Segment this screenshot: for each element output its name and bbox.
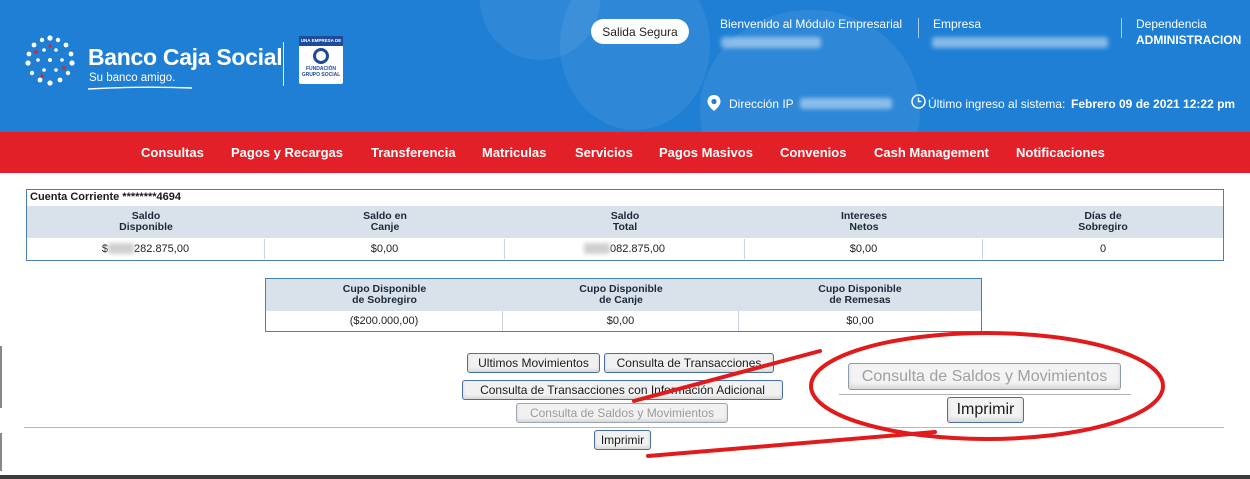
account-balance-table: Cuenta Corriente ********4694 Saldo Dispo… (26, 189, 1224, 261)
bank-logo-icon (25, 35, 75, 86)
company-label: Empresa (933, 17, 982, 31)
header-saldo-canje: Saldo en Canje (363, 210, 407, 233)
nav-matriculas[interactable]: Matriculas (482, 145, 546, 160)
main-nav: Consultas Pagos y Recargas Transferencia… (0, 132, 1250, 173)
nav-pagos-recargas[interactable]: Pagos y Recargas (231, 145, 343, 160)
value-intereses-netos: $0,00 (745, 239, 983, 259)
imprimir-button[interactable]: Imprimir (594, 430, 651, 450)
fundacion-ring-icon (313, 48, 329, 64)
welcome-label: Bienvenido al Módulo Empresarial (720, 17, 903, 31)
value-cupo-canje: $0,00 (503, 311, 739, 331)
last-login-label: Último ingreso al sistema: (928, 97, 1066, 111)
fundacion-logo: UNA EMPRESA DE FUNDACIÓN GRUPO SOCIAL (299, 36, 343, 84)
zoomed-consulta-saldos-button: Consulta de Saldos y Movimientos (848, 363, 1121, 390)
value-saldo-canje: $0,00 (265, 239, 505, 259)
account-table-header: Saldo Disponible Saldo en Canje Saldo Total… (27, 206, 1223, 238)
value-saldo-total: 082.875,00 (505, 239, 745, 259)
value-dias-sobregiro: 0 (1099, 243, 1107, 255)
zoomed-divider-line (839, 394, 1131, 395)
nav-servicios[interactable]: Servicios (575, 145, 633, 160)
divider-line (24, 427, 1224, 428)
fundacion-top-text: UNA EMPRESA DE (299, 36, 343, 46)
window-edge (0, 346, 2, 408)
window-edge (0, 433, 2, 471)
zoomed-imprimir-button: Imprimir (947, 397, 1024, 423)
redacted-user-name (721, 37, 821, 48)
redacted-amount (583, 243, 610, 254)
value-cupo-remesas: $0,00 (846, 315, 874, 327)
dependency-label: Dependencia (1136, 17, 1207, 31)
ip-address-label: Dirección IP (729, 97, 794, 111)
last-login-value: Febrero 09 de 2021 12:22 pm (1071, 97, 1236, 111)
header-dias-sobregiro: Días de Sobregiro (1078, 210, 1128, 233)
brand-swoosh-icon (88, 86, 192, 90)
nav-transferencia[interactable]: Transferencia (371, 145, 456, 160)
value-saldo-disponible: $282.875,00 (27, 239, 265, 259)
brand-name: Banco Caja Social (88, 44, 283, 70)
value-cupo-sobregiro: ($200.000,00) (266, 311, 503, 331)
table-row: ($200.000,00) $0,00 $0,00 (266, 311, 981, 331)
annotation-pointer-line (646, 430, 937, 458)
brand-tagline: Su banco amigo. (89, 72, 176, 84)
clock-icon (911, 94, 926, 109)
consulta-transacciones-button[interactable]: Consulta de Transacciones (604, 353, 774, 373)
header-separator (918, 18, 919, 38)
header-saldo-disponible: Saldo Disponible (119, 210, 173, 233)
header-saldo-total: Saldo Total (610, 210, 640, 233)
fundacion-text: FUNDACIÓN GRUPO SOCIAL (301, 66, 341, 78)
nav-pagos-masivos[interactable]: Pagos Masivos (659, 145, 753, 160)
redacted-company-name (932, 37, 1108, 48)
consulta-transacciones-info-adicional-button[interactable]: Consulta de Transacciones con Informació… (462, 380, 783, 400)
header-cupo-remesas: Cupo Disponible de Remesas (818, 283, 902, 306)
header-cupo-sobregiro: Cupo Disponible de Sobregiro (342, 283, 427, 306)
nav-cash-management[interactable]: Cash Management (874, 145, 989, 160)
nav-notificaciones[interactable]: Notificaciones (1016, 145, 1105, 160)
ultimos-movimientos-button[interactable]: Ultimos Movimientos (467, 353, 600, 373)
header-cupo-canje: Cupo Disponible de Canje (579, 283, 663, 306)
dependency-value: ADMINISTRACION (1136, 33, 1242, 47)
credit-limits-table: Cupo Disponible de Sobregiro Cupo Disponi… (265, 278, 982, 332)
header-intereses-netos: Intereses Netos (840, 210, 888, 233)
redacted-ip-address (800, 98, 892, 109)
safe-exit-button[interactable]: Salida Segura (591, 19, 689, 44)
location-pin-icon (707, 95, 721, 111)
header-separator (1121, 18, 1122, 38)
nav-consultas[interactable]: Consultas (141, 145, 204, 160)
table-row: $282.875,00 $0,00 082.875,00 $0,00 0 (27, 239, 1223, 259)
account-title: Cuenta Corriente ********4694 (27, 190, 1222, 205)
bottom-border (0, 475, 1250, 479)
page-header: Banco Caja Social Su banco amigo. UNA EM… (0, 0, 1250, 132)
cupos-table-header: Cupo Disponible de Sobregiro Cupo Disponi… (266, 279, 981, 311)
nav-convenios[interactable]: Convenios (780, 145, 846, 160)
logo-divider (283, 42, 284, 86)
consulta-saldos-movimientos-button[interactable]: Consulta de Saldos y Movimientos (516, 403, 728, 423)
redacted-amount (108, 243, 135, 254)
